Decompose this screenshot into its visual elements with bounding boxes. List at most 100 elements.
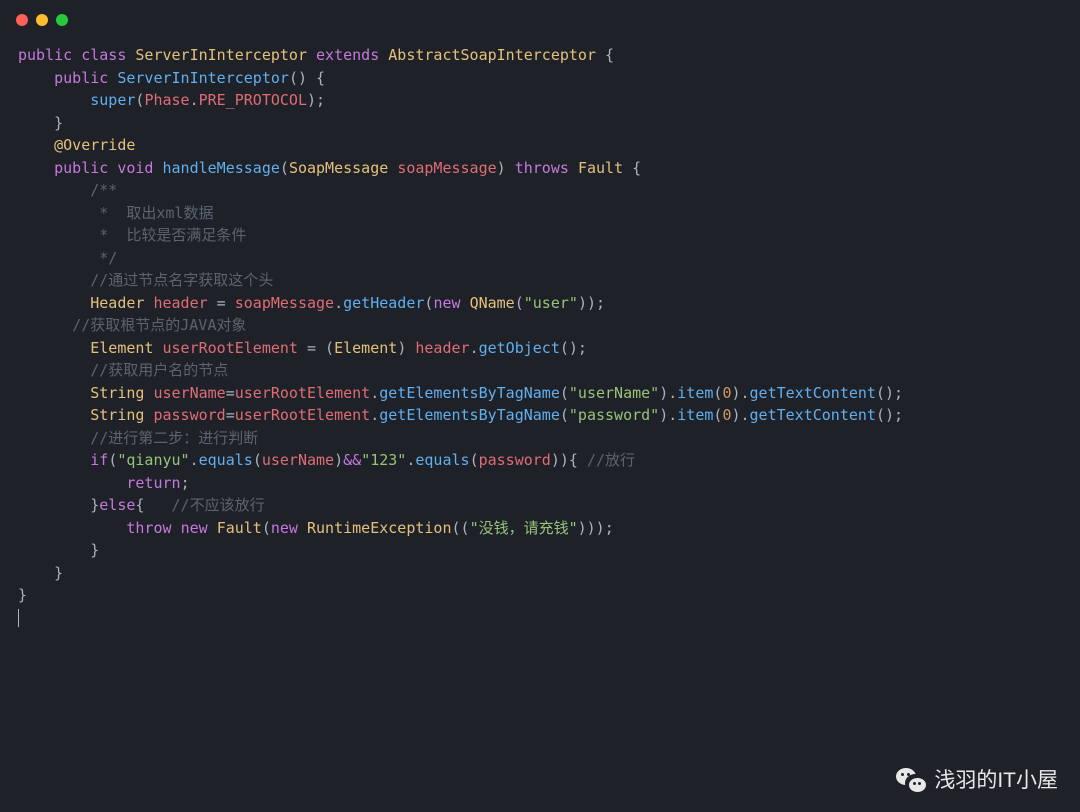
code-token: () { — [289, 69, 325, 87]
code-token: String — [90, 406, 144, 424]
code-token: * 比较是否满足条件 — [90, 226, 246, 244]
code-token: (); — [560, 339, 587, 357]
code-token: } — [18, 114, 63, 132]
code-token: if — [90, 451, 108, 469]
code-token: . — [370, 406, 379, 424]
minimize-button[interactable] — [36, 14, 48, 26]
code-line: //获取根节点的JAVA对象 — [18, 314, 1062, 337]
code-token — [18, 339, 90, 357]
code-token: /** — [90, 181, 117, 199]
code-token — [18, 159, 54, 177]
code-token: } — [18, 586, 27, 604]
code-token: public — [18, 46, 72, 64]
wechat-icon — [896, 768, 926, 794]
code-token — [18, 271, 90, 289]
code-line: //获取用户名的节点 — [18, 359, 1062, 382]
code-token: userRootElement — [235, 406, 370, 424]
code-token: ( — [253, 451, 262, 469]
code-token: password — [479, 451, 551, 469]
code-token: //通过节点名字获取这个头 — [90, 271, 273, 289]
code-token — [108, 69, 117, 87]
code-token: SoapMessage — [289, 159, 388, 177]
code-editor[interactable]: public class ServerInInterceptor extends… — [0, 36, 1080, 637]
code-token: //进行第二步：进行判断 — [90, 429, 258, 447]
code-line: //进行第二步：进行判断 — [18, 427, 1062, 450]
code-line: @Override — [18, 134, 1062, 157]
code-token: String — [90, 384, 144, 402]
code-token: password — [153, 406, 225, 424]
code-line: if("qianyu".equals(userName)&&"123".equa… — [18, 449, 1062, 472]
code-token: * 取出xml数据 — [90, 204, 213, 222]
code-line: String userName=userRootElement.getEleme… — [18, 382, 1062, 405]
code-token: //获取根节点的JAVA对象 — [72, 316, 246, 334]
code-token: new — [271, 519, 298, 537]
code-token: RuntimeException — [307, 519, 452, 537]
code-token: item — [677, 384, 713, 402]
code-token: ) — [397, 339, 415, 357]
code-token: . — [470, 339, 479, 357]
code-token: getTextContent — [750, 384, 876, 402]
code-token: //放行 — [587, 451, 635, 469]
code-token: ( — [262, 519, 271, 537]
close-button[interactable] — [16, 14, 28, 26]
code-token: ( — [470, 451, 479, 469]
code-token — [379, 46, 388, 64]
code-token: { — [623, 159, 641, 177]
code-token — [18, 451, 90, 469]
code-token: AbstractSoapInterceptor — [388, 46, 596, 64]
code-token — [18, 69, 54, 87]
code-token — [18, 226, 90, 244]
code-token: Fault — [217, 519, 262, 537]
code-token: getTextContent — [750, 406, 876, 424]
code-token: ) — [334, 451, 343, 469]
code-token: "userName" — [569, 384, 659, 402]
code-line: } — [18, 584, 1062, 607]
code-token: equals — [415, 451, 469, 469]
code-token: ); — [307, 91, 325, 109]
code-token: Element — [90, 339, 153, 357]
code-token: ( — [280, 159, 289, 177]
code-line: throw new Fault(new RuntimeException(("没… — [18, 517, 1062, 540]
code-token: return — [126, 474, 180, 492]
code-token — [18, 136, 54, 154]
code-token: (); — [876, 406, 903, 424]
maximize-button[interactable] — [56, 14, 68, 26]
code-token: ( — [515, 294, 524, 312]
code-token — [461, 294, 470, 312]
code-token — [569, 159, 578, 177]
code-token: "没钱，请充钱" — [470, 519, 578, 537]
code-token: ). — [731, 406, 749, 424]
code-token — [388, 159, 397, 177]
code-token: "123" — [361, 451, 406, 469]
code-token: header — [153, 294, 207, 312]
code-token: = — [208, 294, 235, 312]
code-line: } — [18, 112, 1062, 135]
code-token — [18, 204, 90, 222]
code-token: handleMessage — [163, 159, 280, 177]
code-token — [18, 316, 72, 334]
code-token: ). — [659, 406, 677, 424]
code-line: }else{ //不应该放行 — [18, 494, 1062, 517]
code-token: "user" — [524, 294, 578, 312]
code-token: class — [81, 46, 126, 64]
code-token: getHeader — [343, 294, 424, 312]
code-line: //通过节点名字获取这个头 — [18, 269, 1062, 292]
code-line: return; — [18, 472, 1062, 495]
code-token: soapMessage — [235, 294, 334, 312]
code-line: super(Phase.PRE_PROTOCOL); — [18, 89, 1062, 112]
code-token — [18, 294, 90, 312]
code-token — [18, 406, 90, 424]
code-token — [18, 384, 90, 402]
code-token: "password" — [569, 406, 659, 424]
code-token: else — [99, 496, 135, 514]
code-token: Phase — [144, 91, 189, 109]
code-token: Element — [334, 339, 397, 357]
code-token: ServerInInterceptor — [135, 46, 307, 64]
code-token: userName — [262, 451, 334, 469]
window-controls — [0, 0, 1080, 36]
code-line: public void handleMessage(SoapMessage so… — [18, 157, 1062, 180]
code-token: super — [90, 91, 135, 109]
code-token: @Override — [54, 136, 135, 154]
code-token: = — [226, 384, 235, 402]
code-token: ( — [560, 406, 569, 424]
